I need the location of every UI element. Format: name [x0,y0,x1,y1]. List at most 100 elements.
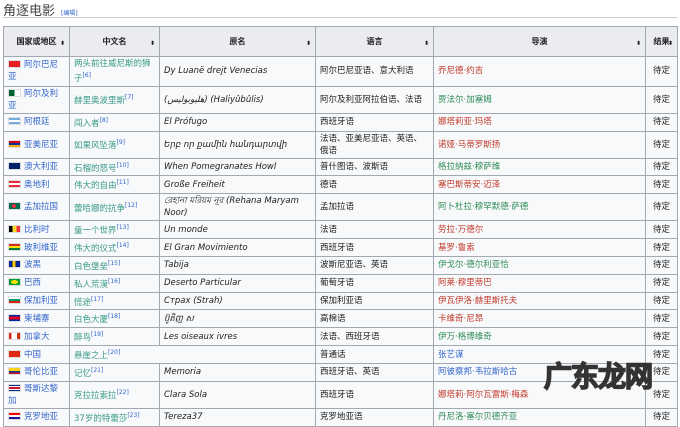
director-link[interactable]: 张艺谋 [438,350,464,360]
country-link[interactable]: 阿根廷 [24,117,50,127]
country-link[interactable]: 波黑 [24,260,41,270]
film-link[interactable]: 白色堡垒 [74,262,108,272]
film-link[interactable]: 石榴的怒号 [74,163,117,173]
column-header-result[interactable]: 结果 ⬍ [645,26,678,57]
country-link[interactable]: 玻利维亚 [24,243,58,253]
film-link[interactable]: 慌途 [74,297,91,307]
film-link[interactable]: 记忆 [74,369,91,379]
director-link[interactable]: 卡维奇·尼昂 [438,314,483,324]
country-link[interactable]: 奥地利 [24,180,50,190]
director-link[interactable]: 阿卜杜拉·穆罕默德·萨德 [438,202,528,212]
sort-icon[interactable]: ⬍ [150,38,155,50]
reference-link[interactable]: [10] [117,162,129,169]
edit-link[interactable]: [编辑] [61,8,78,17]
director-link[interactable]: 塞巴斯蒂安·迈泽 [438,180,500,190]
country-link[interactable]: 哥伦比亚 [24,367,58,377]
column-header-original-name[interactable]: 原名 ⬍ [159,26,316,57]
reference-link[interactable]: [23] [127,412,139,419]
flag-icon [8,242,21,251]
sort-icon[interactable]: ⬍ [60,38,65,50]
director-link[interactable]: 阿莱·穆里蒂巴 [438,278,492,288]
chinese-name-cell: 白色堡垒[15] [69,255,160,275]
film-link[interactable]: 伟大的仪式 [74,244,117,254]
sort-icon[interactable]: ⬍ [424,38,429,50]
column-header-language[interactable]: 语言 ⬍ [315,26,434,57]
country-link[interactable]: 亚美尼亚 [24,140,58,150]
country-link[interactable]: 中国 [24,350,41,360]
column-header-country[interactable]: 国家或地区 ⬍ [3,26,70,57]
film-link[interactable]: 克拉拉索拉 [74,391,117,401]
director-link[interactable]: 贾法尔·加塞姆 [438,95,492,105]
original-name-cell: When Pomegranates Howl [159,157,316,177]
result-cell: 待定 [645,175,678,195]
column-header-label: 国家或地区 [16,36,57,46]
film-link[interactable]: 悬崖之上 [74,351,108,361]
reference-link[interactable]: [7] [125,94,134,101]
director-link[interactable]: 娜塔莉·阿尔瓦雷斯·梅森 [438,390,528,400]
language-cell: 法语 [315,220,434,240]
country-link[interactable]: 比利时 [24,225,50,235]
language-cell: 法语、亚美尼亚语、英语、俄语 [315,130,434,159]
film-link[interactable]: 闯入者 [74,119,100,129]
reference-link[interactable]: [20] [108,349,120,356]
reference-link[interactable]: [22] [117,389,129,396]
reference-link[interactable]: [18] [108,313,120,320]
director-link[interactable]: 伊万·格博维奇 [438,332,492,342]
country-link[interactable]: 巴西 [24,278,41,288]
flag-icon [8,349,21,358]
reference-link[interactable]: [12] [125,202,137,209]
reference-link[interactable]: [15] [108,260,120,267]
sort-icon[interactable]: ⬍ [306,38,311,50]
sort-icon[interactable]: ⬍ [668,38,673,50]
film-link[interactable]: 伟大的自由 [74,181,117,191]
director-link[interactable]: 格拉纳兹·穆萨维 [438,162,500,172]
director-link[interactable]: 阿彼察邦·韦拉斯哈古 [438,367,517,377]
film-link[interactable]: 赫里奥波里斯 [74,96,125,106]
director-link[interactable]: 基罗·鲁索 [438,243,475,253]
reference-link[interactable]: [9] [117,139,126,146]
country-link[interactable]: 澳大利亚 [24,162,58,172]
director-link[interactable]: 伊瓦伊洛·赫里斯托夫 [438,296,517,306]
director-cell: 贾法尔·加塞姆 [433,85,646,114]
table-row: 巴西 私人荒漠[16] Deserto Particular 葡萄牙语 阿莱·穆里蒂巴待… [3,273,678,293]
film-link[interactable]: 蕾哈娜的抗争 [74,204,125,214]
reference-link[interactable]: [6] [83,72,92,79]
director-cell: 劳拉·万德尔 [433,220,646,240]
director-cell: 丹尼洛·塞尔贝德齐亚 [433,407,646,427]
director-link[interactable]: 乔尼德·约吉 [438,66,483,76]
flag-icon [8,60,21,69]
reference-link[interactable]: [21] [91,367,103,374]
film-link[interactable]: 醉鸟 [74,333,91,343]
director-link[interactable]: 伊戈尔·德尔利亚恰 [438,260,509,270]
column-header-director[interactable]: 导演 ⬍ [433,26,646,57]
country-link[interactable]: 柬埔寨 [24,314,50,324]
column-header-label: 中文名 [102,36,127,46]
director-link[interactable]: 丹尼洛·塞尔贝德齐亚 [438,412,517,422]
director-link[interactable]: 劳拉·万德尔 [438,225,483,235]
director-link[interactable]: 诺娅·马蒂罗斯扬 [438,140,500,150]
reference-link[interactable]: [16] [108,278,120,285]
reference-link[interactable]: [8] [100,117,109,124]
country-link[interactable]: 孟加拉国 [24,202,58,212]
reference-link[interactable]: [13] [117,224,129,231]
country-link[interactable]: 保加利亚 [24,296,58,306]
film-link[interactable]: 37岁的特蕾莎 [74,414,127,424]
table-row: 克罗地亚 37岁的特蕾莎[23] Tereza37 克罗地亚语 丹尼洛·塞尔贝德齐亚 待定 [3,407,678,427]
country-link[interactable]: 克罗地亚 [24,412,58,422]
director-link[interactable]: 娜塔莉亚·玛塔 [438,117,492,127]
country-link[interactable]: 加拿大 [24,332,50,342]
film-link[interactable]: 如果风坠落 [74,141,117,151]
reference-link[interactable]: [11] [117,179,129,186]
column-header-label: 原名 [229,36,246,46]
flag-icon [8,278,21,287]
sort-icon[interactable]: ⬍ [636,38,641,50]
column-header-chinese-name[interactable]: 中文名 ⬍ [69,26,160,57]
film-link[interactable]: 童一个世界 [74,226,117,236]
film-link[interactable]: 白色大厦 [74,315,108,325]
reference-link[interactable]: [17] [91,296,103,303]
film-link[interactable]: 私人荒漠 [74,280,108,290]
country-cell: 孟加拉国 [3,193,70,222]
reference-link[interactable]: [14] [117,242,129,249]
reference-link[interactable]: [19] [91,331,103,338]
country-cell: 哥伦比亚 [3,362,70,382]
